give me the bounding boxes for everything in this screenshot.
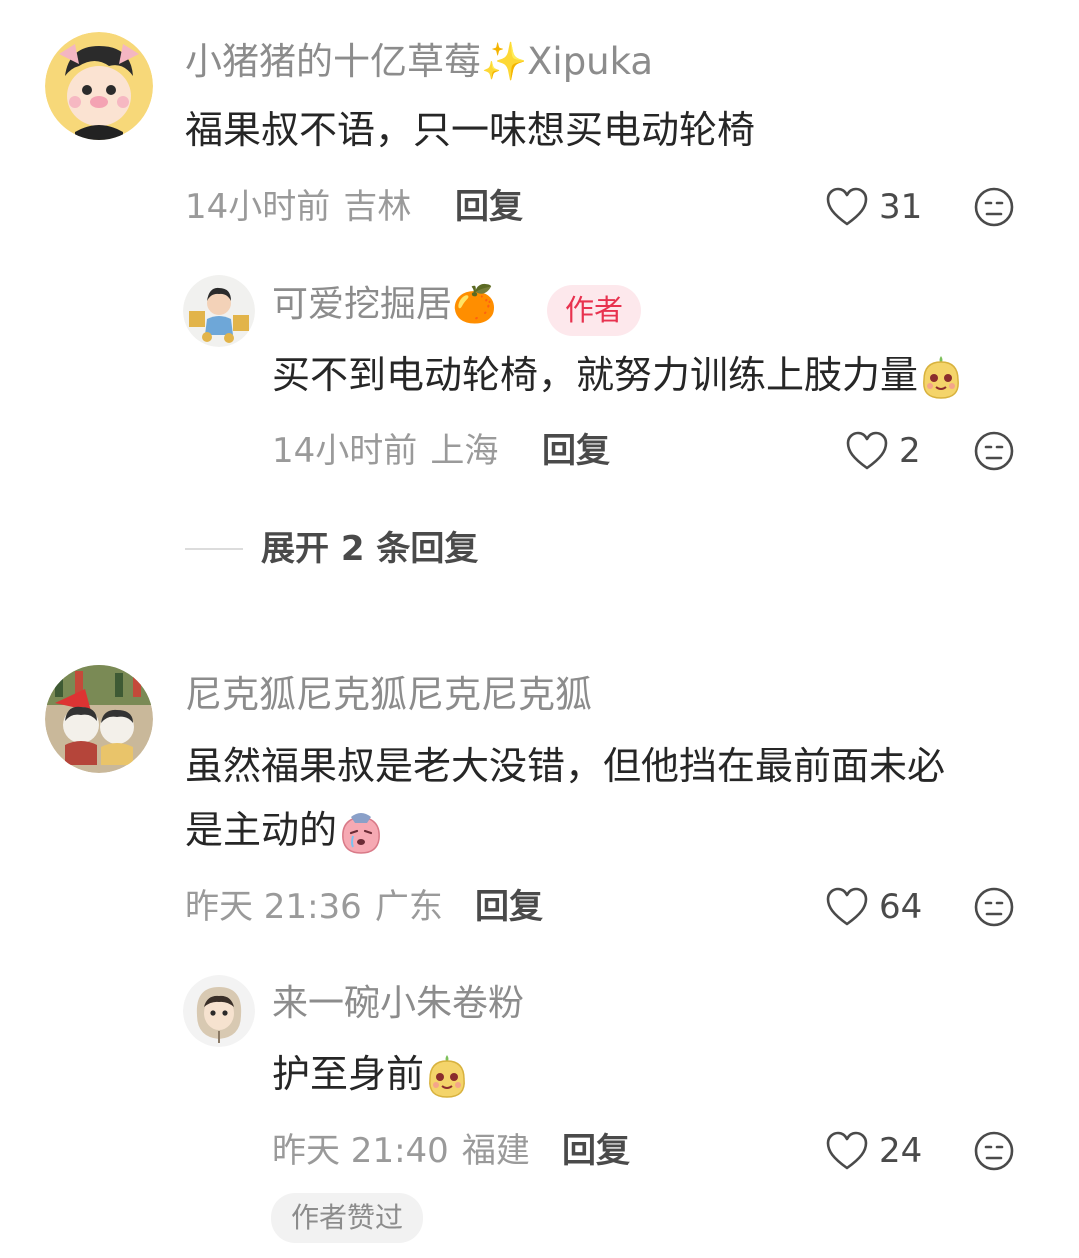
comment-time: 14小时前: [185, 187, 331, 227]
unhappy-face-icon: [974, 887, 1014, 927]
comment-username[interactable]: 小猪猪的十亿草莓✨Xipuka: [185, 43, 653, 80]
like-button[interactable]: 31: [825, 187, 922, 227]
like-count: 2: [899, 431, 921, 471]
reply-button[interactable]: 回复: [562, 1134, 630, 1168]
avatar[interactable]: [183, 275, 255, 347]
reply-username[interactable]: 可爱挖掘居🍊: [272, 287, 497, 323]
avatar[interactable]: [45, 665, 153, 773]
heart-outline-icon: [826, 1131, 868, 1170]
fruit-mascot-emoji: [923, 355, 959, 399]
comment-meta: 14小时前 吉林: [185, 190, 411, 224]
comment-text-line-2: 是主动的: [185, 798, 385, 862]
author-tag: 作者: [547, 285, 642, 336]
comment-username[interactable]: 尼克狐尼克狐尼克尼克狐: [185, 676, 592, 713]
unhappy-face-icon: [974, 1131, 1014, 1171]
fruit-mascot-emoji: [429, 1054, 465, 1098]
expand-replies-label: 展开 2 条回复: [261, 529, 479, 569]
reply-button[interactable]: 回复: [455, 190, 523, 224]
comment-text: 福果叔不语，只一味想买电动轮椅: [185, 108, 756, 152]
avatar[interactable]: [183, 975, 255, 1047]
avatar[interactable]: [45, 32, 153, 140]
dislike-button[interactable]: [973, 430, 1015, 476]
reply-location: 福建: [461, 1131, 530, 1171]
reply-text: 护至身前: [272, 1042, 470, 1106]
reply-time: 14小时前: [272, 431, 418, 471]
comment-location: 吉林: [343, 187, 412, 227]
reply-username[interactable]: 来一碗小朱卷粉: [272, 986, 524, 1022]
reply-button[interactable]: 回复: [542, 434, 610, 468]
like-count: 64: [879, 887, 923, 927]
unhappy-face-icon: [974, 431, 1014, 471]
reply-meta: 昨天 21:40 福建: [272, 1134, 530, 1168]
heart-outline-icon: [846, 431, 888, 470]
comment-meta: 昨天 21:36 广东: [185, 890, 443, 924]
dislike-button[interactable]: [973, 1130, 1015, 1176]
dislike-button[interactable]: [973, 186, 1015, 232]
like-count: 31: [879, 187, 923, 227]
reply-time: 昨天 21:40: [272, 1131, 449, 1171]
unhappy-face-icon: [974, 187, 1014, 227]
like-button[interactable]: 2: [845, 431, 921, 471]
heart-outline-icon: [826, 187, 868, 226]
comment-text-line-1: 虽然福果叔是老大没错，但他挡在最前面未必: [185, 744, 946, 788]
reply-button[interactable]: 回复: [475, 890, 543, 924]
reply-text-content: 买不到电动轮椅，就努力训练上肢力量: [272, 353, 919, 397]
like-button[interactable]: 24: [825, 1131, 922, 1171]
reply-text-content: 护至身前: [272, 1052, 425, 1096]
like-count: 24: [879, 1131, 923, 1171]
comment-location: 广东: [374, 887, 443, 927]
reply-text: 买不到电动轮椅，就努力训练上肢力量: [272, 343, 964, 407]
reply-meta: 14小时前 上海: [272, 434, 498, 468]
like-button[interactable]: 64: [825, 887, 922, 927]
heart-outline-icon: [826, 887, 868, 926]
comment-text-content: 是主动的: [185, 808, 338, 852]
author-liked-badge: 作者赞过: [271, 1193, 424, 1243]
crying-pink-emoji: [342, 812, 380, 854]
reply-location: 上海: [430, 431, 499, 471]
comment-time: 昨天 21:36: [185, 887, 362, 927]
expand-replies-button[interactable]: 展开 2 条回复: [185, 532, 478, 566]
dislike-button[interactable]: [973, 886, 1015, 932]
divider: [185, 548, 243, 550]
